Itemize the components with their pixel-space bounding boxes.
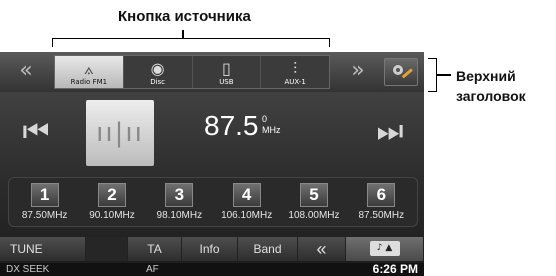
preset-frequency: 87.50MHz xyxy=(21,210,68,221)
source-label: Radio FM1 xyxy=(70,78,108,86)
frequency-unit-label: MHz xyxy=(262,125,281,135)
tune-button[interactable]: TUNE xyxy=(0,237,86,261)
preset-button-3[interactable]: 3 98.10MHz xyxy=(149,183,209,221)
preset-button-1[interactable]: 1 87.50MHz xyxy=(15,183,75,221)
clock: 6:26 PM xyxy=(372,262,418,276)
ta-button[interactable]: TA xyxy=(128,237,182,261)
frequency-superscript: 0 xyxy=(262,114,268,124)
source-usb-button[interactable]: ▯ USB xyxy=(193,56,262,88)
source-buttons: ⟑ Radio FM1 ◉ Disc ▯ USB ⫶ AUX-1 xyxy=(54,55,330,89)
scroll-left-button[interactable]: « xyxy=(6,58,46,86)
skip-back-icon: ⏮ xyxy=(22,114,50,149)
scroll-right-button[interactable]: » xyxy=(338,58,378,86)
media-toggle-button[interactable]: ♪ ▲ xyxy=(346,237,424,261)
settings-wrench-icon xyxy=(393,65,413,79)
source-button-callout: Кнопка источника xyxy=(118,8,251,25)
bottom-button-bar: TUNE TA Info Band « ♪ ▲ xyxy=(0,236,424,262)
preset-button-4[interactable]: 4 106.10MHz xyxy=(217,183,277,221)
back-button[interactable]: « xyxy=(298,237,346,261)
top-header-callout-line2: заголовок xyxy=(456,88,526,104)
setup-button[interactable] xyxy=(384,58,418,86)
top-header: « ⟑ Radio FM1 ◉ Disc ▯ USB ⫶ AUX-1 » xyxy=(0,52,424,92)
frequency-display: 87.5 xyxy=(204,110,259,141)
preset-frequency: 98.10MHz xyxy=(156,210,203,221)
preset-button-6[interactable]: 6 87.50MHz xyxy=(351,183,411,221)
source-radio-button[interactable]: ⟑ Radio FM1 xyxy=(55,56,124,88)
preset-number: 3 xyxy=(165,183,194,207)
dx-seek-indicator: DX SEEK xyxy=(6,264,50,275)
seek-down-button[interactable]: ⏮ xyxy=(6,112,66,152)
preset-number: 2 xyxy=(97,183,126,207)
preset-frequency: 108.00MHz xyxy=(288,210,340,221)
source-button-bracket xyxy=(52,38,330,47)
preset-bar: 1 87.50MHz 2 90.10MHz 3 98.10MHz 4 106.1… xyxy=(8,177,418,227)
preset-frequency: 90.10MHz xyxy=(89,210,135,221)
disc-icon: ◉ xyxy=(150,59,165,78)
af-indicator: AF xyxy=(146,264,159,275)
status-bar: DX SEEK AF 6:26 PM xyxy=(0,263,424,276)
source-label: USB xyxy=(219,78,234,86)
preset-number: 6 xyxy=(367,183,396,207)
top-header-bracket xyxy=(428,58,437,92)
preset-number: 1 xyxy=(30,183,59,207)
usb-icon: ▯ xyxy=(221,59,231,78)
skip-forward-icon: ⏭ xyxy=(376,114,404,149)
source-disc-button[interactable]: ◉ Disc xyxy=(124,56,193,88)
top-header-callout-line1: Верхний xyxy=(456,68,516,84)
blank-slot xyxy=(86,237,128,261)
tuning-pad[interactable]: ıı|ıı xyxy=(86,100,154,166)
band-button[interactable]: Band xyxy=(238,237,298,261)
source-label: AUX-1 xyxy=(284,78,306,86)
frequency-unit: 0 MHz xyxy=(262,114,281,136)
source-label: Disc xyxy=(150,78,166,86)
preset-button-5[interactable]: 5 108.00MHz xyxy=(284,183,344,221)
seek-up-button[interactable]: ⏭ xyxy=(360,112,420,152)
head-unit-screen: « ⟑ Radio FM1 ◉ Disc ▯ USB ⫶ AUX-1 » ⏮ ı… xyxy=(0,52,424,276)
info-button[interactable]: Info xyxy=(182,237,238,261)
source-aux-button[interactable]: ⫶ AUX-1 xyxy=(261,56,329,88)
aux-icon: ⫶ xyxy=(293,59,298,78)
preset-button-2[interactable]: 2 90.10MHz xyxy=(82,183,142,221)
music-note-icon: ♪ ▲ xyxy=(369,241,400,257)
preset-number: 5 xyxy=(299,183,328,207)
preset-number: 4 xyxy=(232,183,261,207)
callout-line xyxy=(437,74,451,76)
top-header-callout: Верхний заголовок xyxy=(456,66,556,106)
preset-frequency: 87.50MHz xyxy=(358,210,405,221)
preset-frequency: 106.10MHz xyxy=(221,210,273,221)
antenna-icon: ⟑ xyxy=(84,59,94,78)
